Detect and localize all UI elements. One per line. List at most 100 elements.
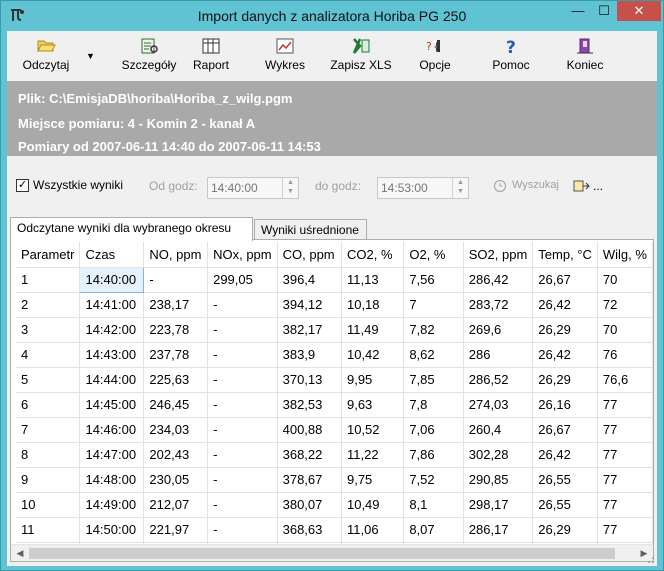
- table-cell[interactable]: -: [207, 292, 278, 318]
- table-cell[interactable]: 11,49: [341, 317, 405, 343]
- chart-button[interactable]: Wykres: [257, 35, 313, 79]
- table-cell[interactable]: -: [207, 417, 278, 443]
- table-cell[interactable]: 26,42: [532, 442, 598, 468]
- table-row[interactable]: 6 14:45:00 246,45-382,53 9,63 7,8 274,03 26,16…: [16, 392, 653, 418]
- table-cell[interactable]: 3: [16, 317, 81, 343]
- minimize-button[interactable]: —: [565, 1, 591, 21]
- read-button[interactable]: Odczytaj: [11, 35, 81, 79]
- table-cell[interactable]: 2: [16, 292, 81, 318]
- column-header[interactable]: Parametr: [16, 242, 81, 268]
- table-row[interactable]: 3 14:42:00 223,78-382,17 11,49 7,82 269,6 26,2…: [16, 317, 653, 343]
- table-cell[interactable]: 368,22: [277, 442, 342, 468]
- help-button[interactable]: ? Pomoc: [483, 35, 539, 79]
- table-cell[interactable]: 380,07: [277, 492, 342, 518]
- table-cell[interactable]: 77: [597, 392, 653, 418]
- column-header[interactable]: NO, ppm: [143, 242, 209, 268]
- table-cell[interactable]: 274,03: [463, 392, 534, 418]
- table-cell[interactable]: -: [143, 267, 209, 293]
- table-cell[interactable]: 7: [16, 417, 81, 443]
- table-cell[interactable]: 26,55: [532, 492, 598, 518]
- table-cell[interactable]: 70: [597, 317, 653, 343]
- table-cell[interactable]: 221,97: [143, 517, 209, 543]
- table-cell[interactable]: 77: [597, 517, 653, 543]
- table-cell[interactable]: 400,88: [277, 417, 342, 443]
- table-cell[interactable]: 299,05: [207, 267, 278, 293]
- table-cell[interactable]: 382,53: [277, 392, 342, 418]
- column-header[interactable]: Czas: [79, 242, 145, 268]
- search-label[interactable]: Wyszukaj: [512, 179, 559, 191]
- table-cell[interactable]: 11,22: [341, 442, 405, 468]
- table-cell[interactable]: 72: [597, 292, 653, 318]
- table-cell[interactable]: 14:41:00: [79, 292, 145, 318]
- column-header[interactable]: SO2, ppm: [463, 242, 534, 268]
- title-bar[interactable]: Import danych z analizatora Horiba PG 25…: [1, 1, 663, 31]
- table-row[interactable]: 2 14:41:00 238,17-394,12 10,18 7 283,72 26,42 7…: [16, 292, 653, 318]
- table-cell[interactable]: 8,1: [403, 492, 464, 518]
- table-cell[interactable]: 70: [597, 267, 653, 293]
- table-cell[interactable]: 234,03: [143, 417, 209, 443]
- table-cell[interactable]: 238,17: [143, 292, 209, 318]
- table-cell[interactable]: 76: [597, 342, 653, 368]
- table-cell[interactable]: 10,18: [341, 292, 405, 318]
- table-cell[interactable]: 4: [16, 342, 81, 368]
- table-cell[interactable]: 394,12: [277, 292, 342, 318]
- maximize-button[interactable]: ☐: [591, 1, 617, 21]
- table-cell[interactable]: 26,29: [532, 317, 598, 343]
- table-cell[interactable]: 225,63: [143, 367, 209, 393]
- table-cell[interactable]: 7,85: [403, 367, 464, 393]
- table-cell[interactable]: 77: [597, 467, 653, 493]
- column-header[interactable]: O2, %: [403, 242, 464, 268]
- table-cell[interactable]: 237,78: [143, 342, 209, 368]
- all-results-label[interactable]: Wszystkie wyniki: [33, 178, 123, 192]
- results-grid[interactable]: Parametr Czas NO, ppm NOx, ppm CO, ppm CO2, %…: [10, 239, 654, 562]
- table-row[interactable]: 10 14:49:00 212,07-380,07 10,49 8,1 298,17 26,…: [16, 492, 653, 518]
- table-cell[interactable]: 7,8: [403, 392, 464, 418]
- to-time-input[interactable]: 14:53:00 ▲ ▼: [377, 177, 469, 199]
- from-time-input[interactable]: 14:40:00 ▲ ▼: [207, 177, 299, 199]
- from-time-spinner-icon[interactable]: ▲ ▼: [282, 178, 298, 198]
- table-row[interactable]: 5 14:44:00 225,63-370,13 9,95 7,85 286,52 26,2…: [16, 367, 653, 393]
- table-cell[interactable]: 382,17: [277, 317, 342, 343]
- table-cell[interactable]: -: [207, 342, 278, 368]
- table-cell[interactable]: 368,63: [277, 517, 342, 543]
- table-cell[interactable]: 26,67: [532, 417, 598, 443]
- table-cell[interactable]: 7,56: [403, 267, 464, 293]
- export-more-button[interactable]: ...: [573, 178, 609, 194]
- table-cell[interactable]: 283,72: [463, 292, 534, 318]
- table-cell[interactable]: 8,07: [403, 517, 464, 543]
- table-row[interactable]: 8 14:47:00 202,43-368,22 11,22 7,86 302,28 26,…: [16, 442, 653, 468]
- table-cell[interactable]: 286,52: [463, 367, 534, 393]
- table-cell[interactable]: 9,95: [341, 367, 405, 393]
- table-row[interactable]: 1 14:40:00-299,05 396,4 11,13 7,56 286,42 26,6…: [16, 266, 653, 293]
- close-button[interactable]: ✕: [617, 1, 661, 21]
- table-cell[interactable]: 7,82: [403, 317, 464, 343]
- table-cell[interactable]: 26,55: [532, 467, 598, 493]
- table-cell[interactable]: 298,17: [463, 492, 534, 518]
- table-cell[interactable]: 286,42: [463, 267, 534, 293]
- table-cell[interactable]: 14:40:00: [79, 266, 145, 293]
- table-cell[interactable]: 378,67: [277, 467, 342, 493]
- report-button[interactable]: Raport: [183, 35, 239, 79]
- table-cell[interactable]: 7: [403, 292, 464, 318]
- table-cell[interactable]: -: [207, 467, 278, 493]
- table-cell[interactable]: 202,43: [143, 442, 209, 468]
- scroll-left-arrow-icon[interactable]: ◀: [13, 547, 27, 560]
- table-cell[interactable]: 7,86: [403, 442, 464, 468]
- table-cell[interactable]: 26,29: [532, 517, 598, 543]
- table-cell[interactable]: 14:45:00: [79, 392, 145, 418]
- table-cell[interactable]: 26,42: [532, 342, 598, 368]
- table-cell[interactable]: 14:47:00: [79, 442, 145, 468]
- table-cell[interactable]: 26,67: [532, 267, 598, 293]
- table-cell[interactable]: 260,4: [463, 417, 534, 443]
- table-row[interactable]: 9 14:48:00 230,05-378,67 9,75 7,52 290,85 26,5…: [16, 467, 653, 493]
- table-cell[interactable]: 230,05: [143, 467, 209, 493]
- table-cell[interactable]: 77: [597, 442, 653, 468]
- table-cell[interactable]: 14:49:00: [79, 492, 145, 518]
- table-cell[interactable]: 14:48:00: [79, 467, 145, 493]
- table-cell[interactable]: 8,62: [403, 342, 464, 368]
- column-header[interactable]: CO2, %: [341, 242, 405, 268]
- details-button[interactable]: Szczegóły: [111, 35, 187, 79]
- resize-grip-icon[interactable]: [643, 552, 655, 564]
- options-button[interactable]: ? { Opcje: [407, 35, 463, 79]
- table-cell[interactable]: 11: [16, 517, 81, 543]
